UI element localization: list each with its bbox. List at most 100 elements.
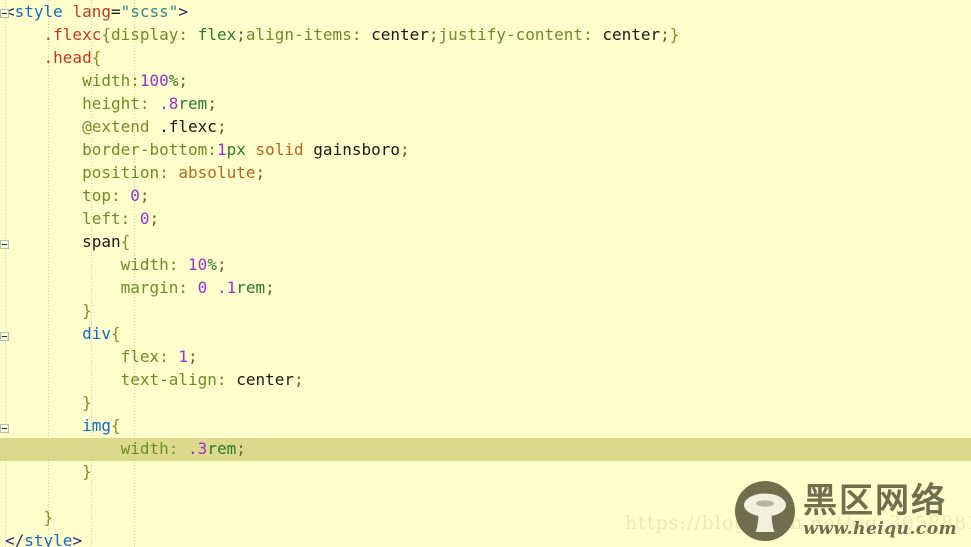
- code-token: border-bottom: [82, 140, 208, 159]
- code-line[interactable]: </style>: [5, 529, 679, 547]
- code-token: :: [130, 71, 140, 90]
- code-token: ;: [216, 117, 227, 136]
- code-line[interactable]: margin: 0 .1rem;: [5, 276, 679, 299]
- fold-marker-style[interactable]: [0, 9, 9, 18]
- code-token: .3: [188, 439, 208, 458]
- code-token: 10: [188, 255, 208, 274]
- code-line[interactable]: }: [5, 391, 679, 414]
- code-line[interactable]: border-bottom:1px solid gainsboro;: [5, 138, 679, 161]
- code-token: {: [101, 25, 111, 44]
- code-token: ;: [236, 25, 246, 44]
- code-line[interactable]: }: [5, 299, 679, 322]
- fold-marker-span[interactable]: [0, 240, 9, 249]
- code-token: :: [583, 25, 593, 44]
- code-token: ;: [139, 186, 150, 205]
- code-line[interactable]: }: [5, 506, 679, 529]
- code-token: :: [178, 25, 189, 44]
- code-token: 100: [139, 71, 169, 90]
- code-token: ;: [188, 347, 198, 366]
- code-token: width: [120, 255, 169, 274]
- code-line[interactable]: div{: [5, 322, 679, 345]
- code-token: .1: [216, 278, 237, 297]
- logo-brand-url: www.heiqu.com: [803, 519, 958, 539]
- code-token: :: [159, 347, 169, 366]
- code-token: ;: [178, 71, 189, 90]
- code-line[interactable]: .head{: [5, 46, 679, 69]
- code-token: ;: [400, 140, 410, 159]
- code-token: style: [14, 2, 63, 21]
- code-token: {: [110, 416, 121, 435]
- code-token: style: [24, 531, 73, 547]
- code-token: 1: [216, 140, 227, 159]
- code-token: {: [120, 232, 131, 251]
- code-line[interactable]: width: 10%;: [5, 253, 679, 276]
- code-line[interactable]: width:100%;: [5, 69, 679, 92]
- code-token: ;: [265, 278, 275, 297]
- mushroom-icon: [735, 481, 795, 541]
- code-line[interactable]: width: .3rem;: [5, 437, 679, 460]
- code-token: solid: [255, 140, 304, 159]
- code-token: ;: [294, 370, 304, 389]
- code-token: 0: [130, 186, 140, 205]
- fold-marker-div[interactable]: [0, 332, 9, 341]
- code-token: absolute: [178, 163, 256, 182]
- code-token: ;: [428, 25, 439, 44]
- code-line[interactable]: .flexc{display: flex;align-items: center…: [5, 23, 680, 46]
- code-line[interactable]: height: .8rem;: [5, 92, 679, 115]
- fold-marker-img[interactable]: [0, 424, 9, 433]
- code-line[interactable]: position: absolute;: [5, 161, 679, 184]
- code-token: =: [110, 2, 121, 21]
- code-token: :: [168, 255, 179, 274]
- code-token: text-align: [120, 370, 217, 389]
- code-token: flex: [120, 347, 160, 366]
- code-folding-gutter[interactable]: [0, 0, 12, 547]
- code-token: flex: [197, 25, 237, 44]
- code-token: display: [110, 25, 179, 44]
- code-token: position: [82, 163, 160, 182]
- code-token: img: [82, 416, 111, 435]
- code-token: .8: [159, 94, 179, 113]
- code-token: rem: [207, 439, 237, 458]
- code-line[interactable]: <style lang="scss">: [5, 0, 679, 23]
- code-token: @extend: [82, 117, 150, 136]
- code-token: center: [236, 370, 294, 389]
- code-token: div: [82, 324, 111, 343]
- code-line[interactable]: img{: [5, 414, 679, 437]
- code-token: px: [226, 140, 246, 159]
- code-token: ;: [236, 439, 246, 458]
- code-line[interactable]: [5, 483, 679, 506]
- code-editor[interactable]: <style lang="scss"> .flexc{display: flex…: [0, 0, 971, 547]
- code-token: >: [178, 2, 189, 21]
- logo-brand-cn: 黑区网络: [803, 481, 947, 521]
- code-line[interactable]: flex: 1;: [5, 345, 679, 368]
- code-token: top: [82, 186, 111, 205]
- code-token: }: [82, 301, 92, 320]
- code-token: }: [82, 393, 92, 412]
- code-line[interactable]: top: 0;: [5, 184, 679, 207]
- code-content[interactable]: <style lang="scss"> .flexc{display: flex…: [5, 0, 679, 547]
- code-line[interactable]: left: 0;: [5, 207, 679, 230]
- code-line[interactable]: }: [5, 460, 679, 483]
- logo-text-block: 黑区网络 www.heiqu.com: [803, 483, 957, 539]
- code-token: align-items: [245, 25, 352, 44]
- code-line[interactable]: span{: [5, 230, 679, 253]
- code-token: height: [82, 94, 140, 113]
- code-token: center: [602, 25, 661, 44]
- code-token: ;: [207, 94, 217, 113]
- code-token: >: [72, 531, 83, 547]
- code-token: {: [110, 324, 121, 343]
- code-token: 0: [139, 209, 150, 228]
- code-token: ;: [660, 25, 670, 44]
- code-line[interactable]: text-align: center;: [5, 368, 679, 391]
- code-token: span: [82, 232, 121, 251]
- code-line[interactable]: @extend .flexc;: [5, 115, 679, 138]
